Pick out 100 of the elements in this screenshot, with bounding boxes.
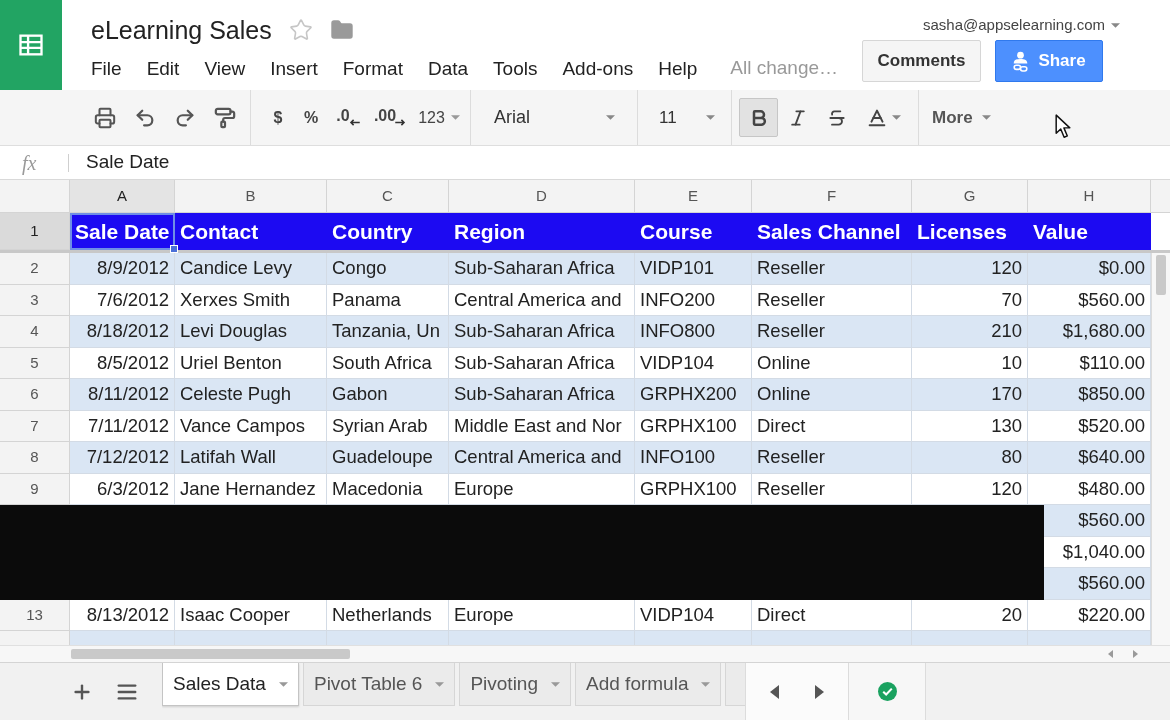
table-cell: $560.00: [1028, 284, 1151, 316]
table-cell: $110.00: [1028, 347, 1151, 379]
folder-icon[interactable]: [328, 18, 355, 42]
percent-format-button[interactable]: %: [297, 102, 325, 133]
fill-handle[interactable]: [170, 245, 178, 253]
table-cell: Reseller: [752, 253, 912, 285]
bold-button[interactable]: [739, 98, 778, 137]
table-cell: Jane Hernandez: [175, 473, 327, 505]
caret-icon: [1111, 22, 1120, 28]
number-format-dropdown[interactable]: 123: [415, 102, 463, 133]
menu-item[interactable]: Help: [658, 58, 698, 78]
document-title: eLearning Sales: [91, 17, 272, 43]
menu-item[interactable]: Data: [427, 58, 469, 78]
table-cell: Sub-Saharan Africa: [449, 347, 635, 379]
row-header[interactable]: 9: [0, 473, 70, 505]
table-cell: 210: [912, 316, 1028, 348]
table-cell: South Africa: [327, 347, 449, 379]
caret-icon: [450, 115, 460, 120]
table-cell: 170: [912, 379, 1028, 411]
table-cell: 8/13/2012: [70, 599, 175, 631]
table-cell: 20: [912, 599, 1028, 631]
decrease-decimals-button[interactable]: .0: [331, 102, 365, 133]
row-header[interactable]: 5: [0, 347, 70, 379]
table-cell: Online: [752, 347, 912, 379]
star-icon[interactable]: [288, 18, 313, 42]
italic-icon: [788, 107, 808, 128]
table-cell: INFO200: [635, 284, 752, 316]
table-cell: Latifah Wall: [175, 442, 327, 474]
table-cell: $850.00: [1028, 379, 1151, 411]
row-header[interactable]: 2: [0, 253, 70, 285]
header-cell: Sale Date: [70, 213, 175, 250]
table-cell: 120: [912, 473, 1028, 505]
table-cell: Europe: [449, 473, 635, 505]
table-cell: Tanzania, Un: [327, 316, 449, 348]
table-cell: Vance Campos: [175, 410, 327, 442]
table-cell: Sub-Saharan Africa: [449, 379, 635, 411]
menu-item[interactable]: Add-ons: [562, 58, 634, 78]
check-circle-icon: [877, 682, 897, 701]
increase-decimals-button[interactable]: .00: [371, 102, 409, 133]
sheet-tab[interactable]: Pivot Table 6: [302, 663, 456, 706]
table-cell: Netherlands: [327, 599, 449, 631]
table-cell: 7/11/2012: [70, 410, 175, 442]
menu-item[interactable]: Insert: [270, 58, 318, 78]
table-cell: 7/6/2012: [70, 284, 175, 316]
caret-icon: [706, 115, 715, 120]
row-header[interactable]: 4: [0, 316, 70, 348]
spreadsheet-logo-icon[interactable]: [0, 0, 62, 90]
formula-field[interactable]: Sale Date: [69, 146, 1170, 179]
table-cell: Reseller: [752, 316, 912, 348]
table-cell: Xerxes Smith: [175, 284, 327, 316]
caret-icon: [278, 681, 288, 687]
sheet-tab[interactable]: Sales Data: [162, 663, 299, 706]
table-cell: Central America and: [449, 442, 635, 474]
header-cell: Course: [635, 213, 752, 250]
table-cell: 8/11/2012: [70, 379, 175, 411]
caret-icon: [551, 681, 560, 687]
person-icon: [1012, 50, 1030, 72]
paint-roller-icon[interactable]: [214, 106, 236, 129]
save-status: All change…: [730, 55, 839, 80]
row-header[interactable]: 8: [0, 442, 70, 474]
header-cell: Licenses: [912, 213, 1028, 250]
table-cell: 7/12/2012: [70, 442, 175, 474]
table-cell: 120: [912, 253, 1028, 285]
print-icon[interactable]: [94, 106, 116, 129]
table-cell: VIDP104: [635, 599, 752, 631]
more-menu-button[interactable]: More: [919, 90, 991, 145]
table-cell: GRPHX100: [635, 473, 752, 505]
table-cell: Middle East and Nor: [449, 410, 635, 442]
menu-item[interactable]: Tools: [493, 58, 538, 78]
table-cell: 70: [912, 284, 1028, 316]
caret-right-icon[interactable]: [815, 684, 824, 699]
menu-item[interactable]: File: [91, 58, 122, 78]
row-header[interactable]: 7: [0, 410, 70, 442]
comments-button[interactable]: Comments: [862, 40, 981, 82]
row-header[interactable]: 1: [0, 213, 70, 250]
table-cell: VIDP104: [635, 347, 752, 379]
caret-icon: [606, 115, 615, 120]
row-header[interactable]: 6: [0, 379, 70, 411]
row-header[interactable]: 3: [0, 284, 70, 316]
vertical-scrollbar[interactable]: [1151, 253, 1170, 645]
font-dropdown[interactable]: Arial: [471, 90, 638, 145]
table-cell: GRPHX200: [635, 379, 752, 411]
sheet-tab[interactable]: Pivoting: [459, 663, 571, 706]
table-cell: Central America and: [449, 284, 635, 316]
font-size-dropdown[interactable]: 11: [638, 90, 732, 145]
column-header[interactable]: A: [70, 180, 175, 212]
menu-item[interactable]: Edit: [146, 58, 180, 78]
caret-icon: [435, 681, 445, 687]
caret-left-icon[interactable]: [770, 684, 779, 699]
row-header[interactable]: 13: [0, 599, 70, 631]
table-cell: Congo: [327, 253, 449, 285]
menu-item[interactable]: Format: [342, 58, 403, 78]
account-email[interactable]: sasha@appselearning.com: [923, 13, 1105, 37]
table-cell: Syrian Arab: [327, 410, 449, 442]
sheet-tab[interactable]: Add formula: [575, 663, 722, 706]
menu-item[interactable]: View: [204, 58, 246, 78]
currency-format-button[interactable]: $: [265, 102, 291, 133]
table-cell: 8/9/2012: [70, 253, 175, 285]
table-cell: $480.00: [1028, 473, 1151, 505]
strikethrough-icon: [827, 107, 847, 128]
